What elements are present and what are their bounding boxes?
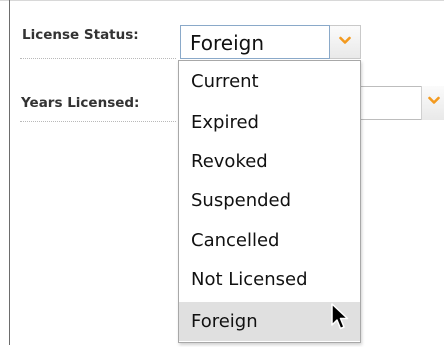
row-divider — [20, 58, 176, 59]
option-expired[interactable]: Expired — [179, 103, 360, 142]
license-status-select[interactable]: Foreign — [180, 25, 330, 59]
license-status-value: Foreign — [190, 31, 265, 55]
chevron-down-icon — [428, 96, 440, 104]
mouse-cursor-icon — [331, 303, 349, 330]
option-suspended[interactable]: Suspended — [179, 181, 360, 220]
option-revoked[interactable]: Revoked — [179, 142, 360, 181]
years-licensed-dropdown-button[interactable] — [421, 86, 444, 120]
option-cancelled[interactable]: Cancelled — [179, 221, 360, 260]
chevron-down-icon — [339, 36, 351, 44]
frame-left-border — [9, 0, 10, 345]
license-status-dropdown-button[interactable] — [330, 25, 361, 59]
years-licensed-label: Years Licensed: — [21, 95, 140, 111]
frame-top-border — [0, 0, 444, 1]
license-status-options-list: Current Expired Revoked Suspended Cancel… — [178, 60, 361, 343]
row-divider — [20, 121, 176, 122]
form-frame: License Status: Years Licensed: Foreign … — [0, 0, 444, 347]
license-status-label: License Status: — [22, 27, 139, 43]
option-not-licensed[interactable]: Not Licensed — [179, 260, 360, 299]
option-current[interactable]: Current — [179, 62, 360, 101]
